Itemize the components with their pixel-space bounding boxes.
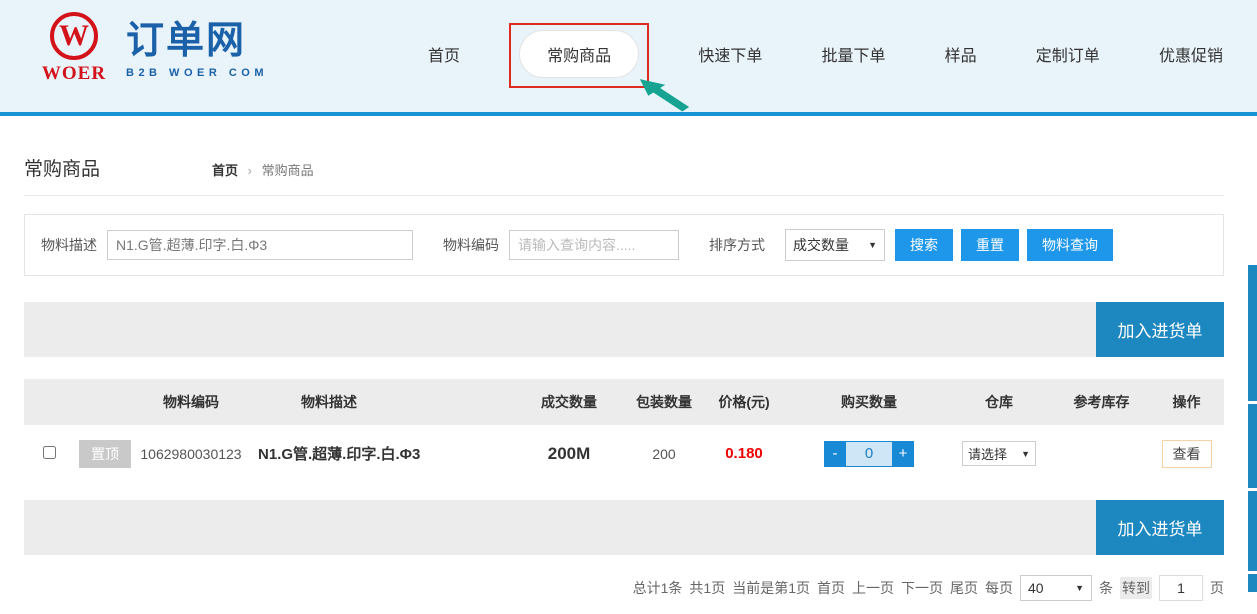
pagination: 总计1条 共1页 当前是第1页 首页 上一页 下一页 尾页 每页 40 ▼ 条 … — [24, 575, 1224, 601]
material-desc-label: 物料描述 — [41, 235, 97, 255]
row-checkbox[interactable] — [43, 446, 56, 459]
logo-text: 订单网 B2B WOER COM — [126, 10, 268, 85]
nav-item-home[interactable]: 首页 — [428, 42, 460, 66]
pagination-total: 总计1条 — [633, 578, 683, 598]
nav-item-quick-order[interactable]: 快速下单 — [698, 42, 762, 66]
row-buy-qty-cell: - + — [794, 441, 944, 467]
per-page-unit: 条 — [1099, 578, 1113, 598]
pagination-next[interactable]: 下一页 — [901, 578, 943, 598]
title-row: 常购商品 首页 › 常购商品 — [24, 120, 1224, 181]
reset-button[interactable]: 重置 — [961, 229, 1019, 261]
title-divider — [24, 195, 1224, 196]
th-warehouse: 仓库 — [944, 392, 1054, 412]
site-name: 订单网 — [126, 22, 268, 62]
row-price: 0.180 — [694, 445, 794, 462]
pagination-current: 当前是第1页 — [732, 578, 810, 598]
th-code: 物料编码 — [136, 392, 246, 412]
sort-select-value: 成交数量 — [793, 235, 849, 255]
th-pack-qty: 包装数量 — [634, 392, 694, 412]
site-header: W WOER 订单网 B2B WOER COM 首页 常购商品 快速下单 批量下… — [0, 0, 1257, 116]
th-desc: 物料描述 — [246, 392, 504, 412]
quantity-input[interactable] — [846, 441, 892, 467]
main-content: 常购商品 首页 › 常购商品 物料描述 物料编码 排序方式 成交数量 ▼ — [0, 120, 1257, 614]
material-code-input[interactable] — [509, 230, 679, 260]
pin-top-button[interactable]: 置顶 — [79, 440, 131, 468]
goto-page-unit: 页 — [1210, 578, 1224, 598]
row-operation-cell: 查看 — [1149, 440, 1224, 468]
warehouse-select[interactable]: 请选择 ▼ — [962, 441, 1036, 466]
main-nav: 首页 常购商品 快速下单 批量下单 样品 定制订单 优惠促销 — [428, 0, 1223, 108]
chevron-down-icon: ▼ — [1021, 449, 1030, 459]
nav-item-promotions[interactable]: 优惠促销 — [1159, 42, 1223, 66]
nav-item-custom-order[interactable]: 定制订单 — [1036, 42, 1100, 66]
sort-select[interactable]: 成交数量 ▼ — [785, 229, 885, 261]
row-deal-qty: 200M — [504, 444, 634, 464]
side-toolbar-segment[interactable] — [1248, 491, 1257, 571]
chevron-down-icon: ▼ — [868, 240, 877, 250]
quantity-minus-button[interactable]: - — [824, 441, 846, 467]
chevron-down-icon: ▼ — [1075, 583, 1084, 593]
quantity-stepper: - + — [824, 441, 914, 467]
material-code-label: 物料编码 — [443, 235, 499, 255]
breadcrumb-home[interactable]: 首页 — [212, 163, 238, 178]
material-query-button[interactable]: 物料查询 — [1027, 229, 1113, 261]
warehouse-select-value: 请选择 — [968, 444, 1007, 463]
logo[interactable]: W WOER 订单网 B2B WOER COM — [36, 10, 268, 85]
logo-initial: W — [59, 21, 89, 51]
table-header: 物料编码 物料描述 成交数量 包装数量 价格(元) 购买数量 仓库 参考库存 操… — [24, 379, 1224, 425]
breadcrumb-separator: › — [248, 163, 252, 178]
breadcrumb: 首页 › 常购商品 — [212, 160, 314, 179]
add-to-cart-button-top[interactable]: 加入进货单 — [1096, 302, 1224, 357]
pagination-last[interactable]: 尾页 — [950, 578, 978, 598]
add-to-cart-button-bottom[interactable]: 加入进货单 — [1096, 500, 1224, 555]
annotation-arrow-icon — [635, 76, 693, 114]
side-toolbar-segment[interactable] — [1248, 404, 1257, 488]
pagination-first[interactable]: 首页 — [817, 578, 845, 598]
nav-item-frequent-wrap: 常购商品 — [519, 30, 639, 78]
view-button[interactable]: 查看 — [1162, 440, 1212, 468]
th-deal-qty: 成交数量 — [504, 392, 634, 412]
woer-logo-icon: W — [50, 12, 98, 60]
search-button[interactable]: 搜索 — [895, 229, 953, 261]
quantity-plus-button[interactable]: + — [892, 441, 914, 467]
th-buy-qty: 购买数量 — [794, 392, 944, 412]
nav-item-batch-order[interactable]: 批量下单 — [821, 42, 885, 66]
row-pack-qty: 200 — [634, 446, 694, 462]
site-tagline: B2B WOER COM — [126, 67, 268, 79]
goto-page-input[interactable] — [1159, 575, 1203, 601]
th-price: 价格(元) — [694, 392, 794, 412]
search-panel: 物料描述 物料编码 排序方式 成交数量 ▼ 搜索 重置 物料查询 — [24, 214, 1224, 276]
row-code: 1062980030123 — [136, 446, 246, 462]
material-desc-input[interactable] — [107, 230, 413, 260]
action-bar-bottom: 加入进货单 — [24, 500, 1224, 555]
nav-item-frequent-goods[interactable]: 常购商品 — [519, 30, 639, 78]
row-checkbox-cell — [24, 446, 74, 462]
side-toolbar-segment[interactable] — [1248, 574, 1257, 592]
th-operation: 操作 — [1149, 392, 1224, 412]
row-warehouse-cell: 请选择 ▼ — [944, 441, 1054, 466]
side-toolbar-segment[interactable] — [1248, 265, 1257, 401]
sort-mode-label: 排序方式 — [709, 235, 765, 255]
goto-label: 转到 — [1120, 577, 1152, 599]
row-description: N1.G管.超薄.印字.白.Φ3 — [246, 443, 504, 464]
row-pin-cell: 置顶 — [74, 440, 136, 468]
logo-brand-text: WOER — [36, 63, 112, 85]
floating-side-toolbar[interactable] — [1248, 265, 1257, 595]
nav-item-samples[interactable]: 样品 — [945, 42, 977, 66]
per-page-value: 40 — [1028, 580, 1044, 596]
logo-badge: W WOER — [36, 10, 112, 85]
per-page-label: 每页 — [985, 578, 1013, 598]
breadcrumb-current: 常购商品 — [262, 163, 314, 178]
per-page-select[interactable]: 40 ▼ — [1020, 575, 1092, 601]
th-ref-stock: 参考库存 — [1054, 392, 1149, 412]
action-bar-top: 加入进货单 — [24, 302, 1224, 357]
pagination-prev[interactable]: 上一页 — [852, 578, 894, 598]
pagination-pages: 共1页 — [689, 578, 725, 598]
page: W WOER 订单网 B2B WOER COM 首页 常购商品 快速下单 批量下… — [0, 0, 1257, 614]
table-row: 置顶 1062980030123 N1.G管.超薄.印字.白.Φ3 200M 2… — [24, 425, 1224, 482]
page-title: 常购商品 — [24, 154, 100, 181]
